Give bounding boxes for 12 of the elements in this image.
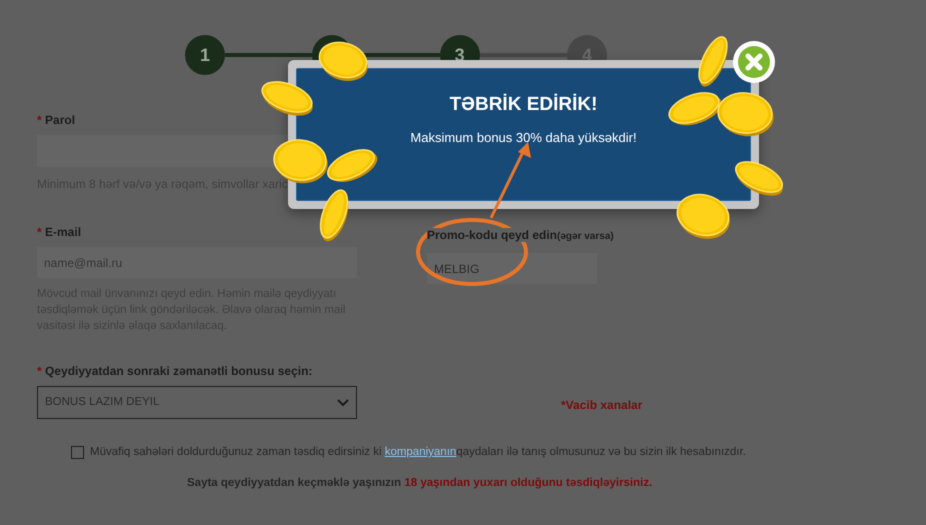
age-notice: Sayta qeydiyyatdan keçməklə yaşınızın 18 yaşından yuxarı olduğunu təsdiqləyirsiniz. bbox=[187, 476, 654, 492]
field-label: * Qeydiyyatdan sonraki zəmanətli bonusu seçin: bbox=[37, 363, 314, 380]
promo-code-field[interactable]: MELBIG bbox=[427, 253, 597, 284]
field-label: * E-mail bbox=[37, 224, 82, 241]
step-indicator: 1 bbox=[185, 35, 225, 75]
modal-title: TƏBRİK EDİRİK! bbox=[450, 92, 598, 117]
modal-message: Maksimum bonus 30% daha yüksəkdir! bbox=[410, 128, 637, 147]
required-note: *Vacib xanalar bbox=[561, 396, 642, 414]
field-label: Promo-kodu qeyd edin(əgər varsa) bbox=[427, 228, 614, 242]
agreement-text: Müvafiq sahələri doldurduğunuz zaman təsdiq edirsiniz ki kompaniyanınqaydaları ilə tanış olmusunuz və bu sizin ilk hesabınızdır. bbox=[90, 445, 746, 460]
field-label: * Parol bbox=[37, 112, 76, 129]
rules-link[interactable]: kompaniyanın bbox=[384, 446, 456, 458]
